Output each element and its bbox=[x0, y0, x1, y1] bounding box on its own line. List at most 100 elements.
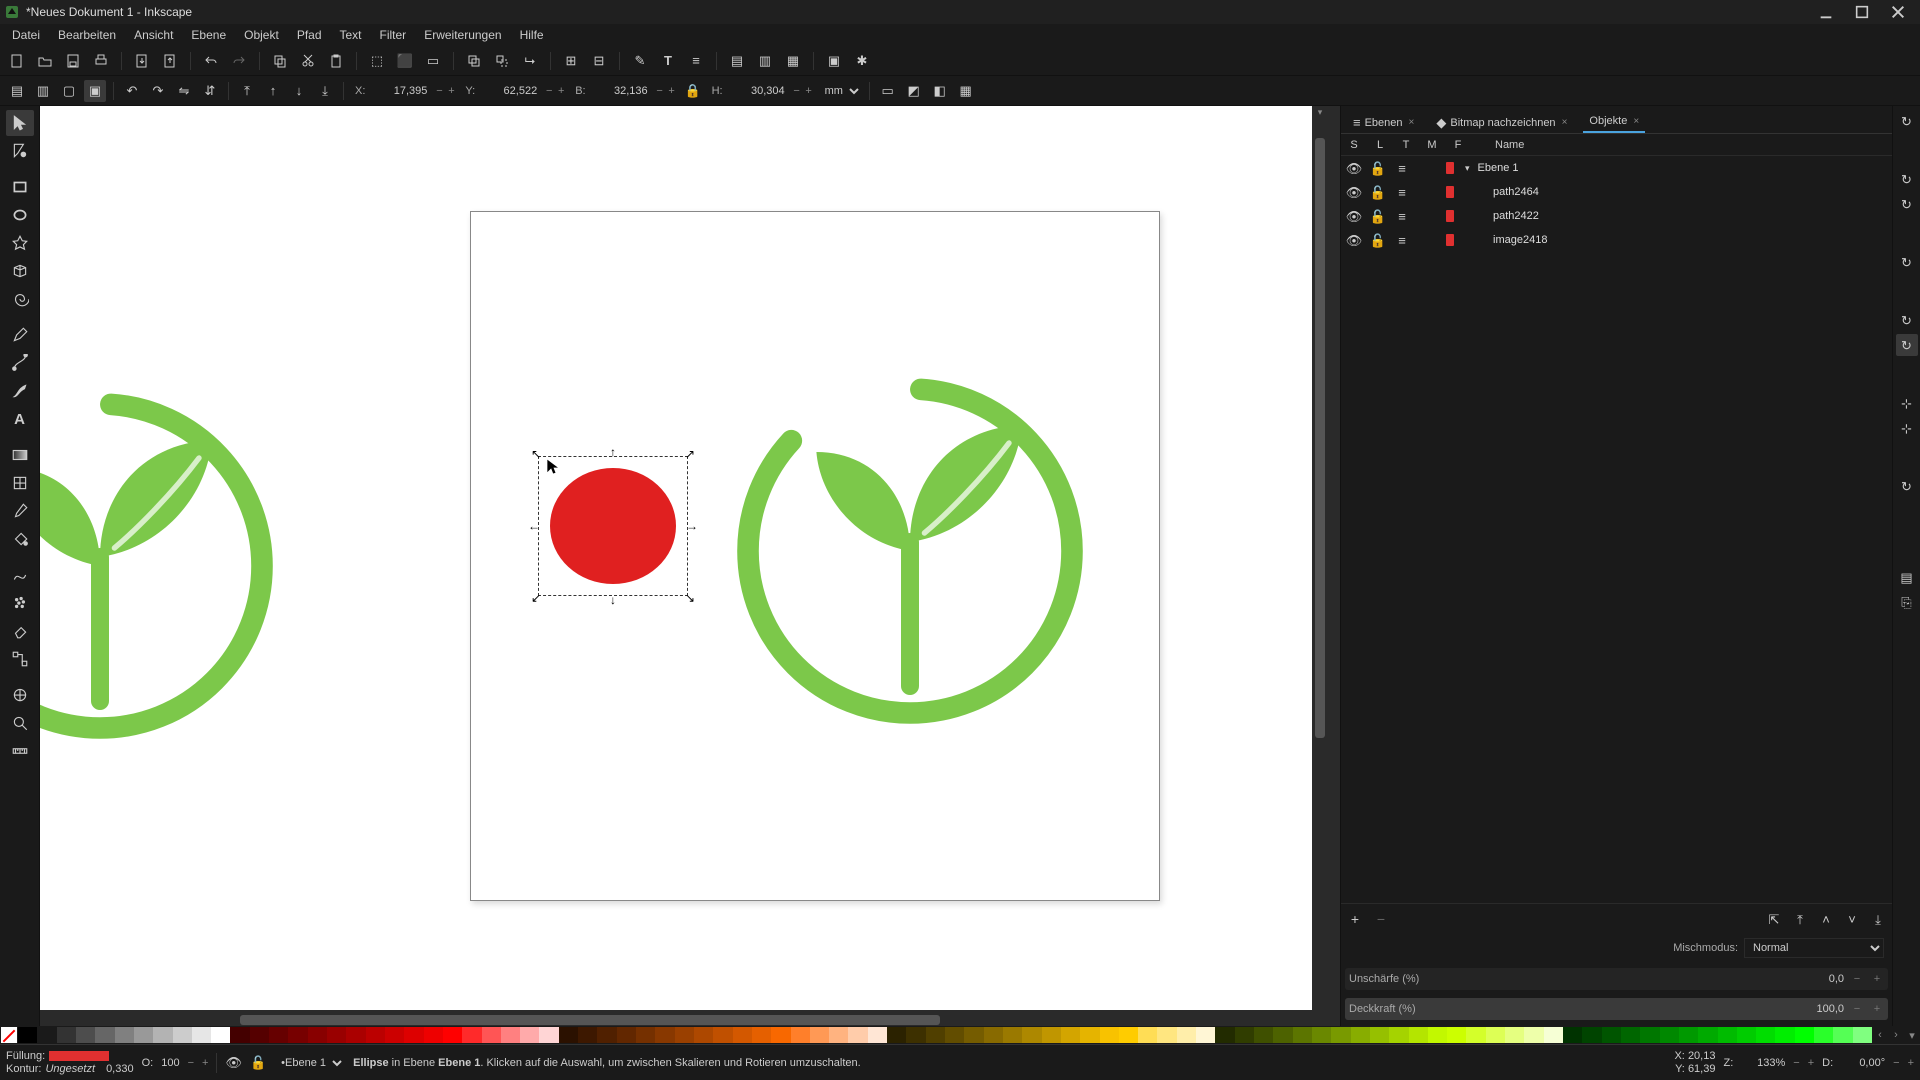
menu-filter[interactable]: Filter bbox=[372, 25, 415, 45]
h-inc[interactable]: + bbox=[803, 82, 815, 100]
color-swatch[interactable] bbox=[1235, 1027, 1254, 1043]
color-swatch[interactable] bbox=[1428, 1027, 1447, 1043]
move-top-button[interactable]: ⤒ bbox=[1790, 909, 1810, 929]
opacity-o-dec[interactable]: − bbox=[188, 1057, 194, 1069]
color-swatch[interactable] bbox=[906, 1027, 925, 1043]
dock-open-5[interactable]: ↻ bbox=[1896, 309, 1918, 331]
lock-icon[interactable]: 🔓 bbox=[1369, 162, 1387, 175]
color-chip[interactable] bbox=[1446, 162, 1454, 174]
color-swatch[interactable] bbox=[115, 1027, 134, 1043]
color-chip[interactable] bbox=[1446, 186, 1454, 198]
move-gradient-button[interactable]: ◧ bbox=[929, 80, 951, 102]
document-prop-button[interactable]: ▣ bbox=[823, 50, 845, 72]
color-swatch[interactable] bbox=[134, 1027, 153, 1043]
color-swatch[interactable] bbox=[791, 1027, 810, 1043]
x-inc[interactable]: + bbox=[445, 82, 457, 100]
preferences-button[interactable]: ✱ bbox=[851, 50, 873, 72]
close-button[interactable] bbox=[1880, 0, 1916, 24]
w-input[interactable] bbox=[590, 83, 650, 99]
color-swatch[interactable] bbox=[597, 1027, 616, 1043]
color-swatch[interactable] bbox=[1833, 1027, 1852, 1043]
color-swatch[interactable] bbox=[1003, 1027, 1022, 1043]
y-input[interactable] bbox=[479, 83, 539, 99]
flip-v-button[interactable]: ⇵ bbox=[199, 80, 221, 102]
color-swatch[interactable] bbox=[520, 1027, 539, 1043]
color-swatch[interactable] bbox=[153, 1027, 172, 1043]
visibility-icon[interactable]: 👁 bbox=[1345, 234, 1363, 247]
color-swatch[interactable] bbox=[1409, 1027, 1428, 1043]
paintbucket-tool[interactable] bbox=[6, 526, 34, 552]
h-input[interactable] bbox=[727, 83, 787, 99]
x-dec[interactable]: − bbox=[433, 82, 445, 100]
transform-button[interactable]: ▦ bbox=[782, 50, 804, 72]
collapse-all-button[interactable]: ⇱ bbox=[1764, 909, 1784, 929]
visibility-icon[interactable]: 👁 bbox=[1345, 162, 1363, 175]
color-swatch[interactable] bbox=[617, 1027, 636, 1043]
color-swatch[interactable] bbox=[1080, 1027, 1099, 1043]
gradient-tool[interactable] bbox=[6, 442, 34, 468]
rotate-ccw-button[interactable]: ↶ bbox=[121, 80, 143, 102]
open-button[interactable] bbox=[34, 50, 56, 72]
rot-dec[interactable]: − bbox=[1893, 1057, 1899, 1069]
calligraphy-tool[interactable] bbox=[6, 378, 34, 404]
unit-select[interactable]: mm bbox=[819, 83, 862, 99]
color-swatch[interactable] bbox=[559, 1027, 578, 1043]
color-swatch[interactable] bbox=[1138, 1027, 1157, 1043]
zoom-page-button[interactable]: ▭ bbox=[422, 50, 444, 72]
menu-datei[interactable]: Datei bbox=[4, 25, 48, 45]
menu-hilfe[interactable]: Hilfe bbox=[512, 25, 552, 45]
color-swatch[interactable] bbox=[1524, 1027, 1543, 1043]
minimize-button[interactable] bbox=[1808, 0, 1844, 24]
clone-button[interactable] bbox=[491, 50, 513, 72]
color-swatch[interactable] bbox=[346, 1027, 365, 1043]
lock-icon[interactable]: 🔓 bbox=[1369, 186, 1387, 199]
color-swatch[interactable] bbox=[636, 1027, 655, 1043]
color-swatch[interactable] bbox=[1273, 1027, 1292, 1043]
color-swatch[interactable] bbox=[1775, 1027, 1794, 1043]
spiral-tool[interactable] bbox=[6, 286, 34, 312]
object-name[interactable]: path2422 bbox=[1493, 210, 1539, 222]
lower-button[interactable]: ↓ bbox=[288, 80, 310, 102]
color-swatch[interactable] bbox=[18, 1027, 37, 1043]
layer-row[interactable]: 👁 🔓 ≡ ▾ Ebene 1 bbox=[1341, 156, 1892, 180]
color-swatch[interactable] bbox=[1293, 1027, 1312, 1043]
selector-tool[interactable] bbox=[6, 110, 34, 136]
color-swatch[interactable] bbox=[1660, 1027, 1679, 1043]
color-swatch[interactable] bbox=[848, 1027, 867, 1043]
color-swatch[interactable] bbox=[752, 1027, 771, 1043]
measure-tool[interactable] bbox=[6, 738, 34, 764]
color-swatch[interactable] bbox=[1370, 1027, 1389, 1043]
zoom-input[interactable] bbox=[1741, 1057, 1785, 1069]
color-swatch[interactable] bbox=[1177, 1027, 1196, 1043]
ungroup-button[interactable]: ⊟ bbox=[588, 50, 610, 72]
color-swatch[interactable] bbox=[984, 1027, 1003, 1043]
color-swatch[interactable] bbox=[385, 1027, 404, 1043]
lower-bottom-button[interactable]: ⤓ bbox=[314, 80, 336, 102]
color-swatch[interactable] bbox=[1505, 1027, 1524, 1043]
fill-swatch[interactable] bbox=[49, 1051, 109, 1061]
zoom-drawing-button[interactable]: ⬛ bbox=[394, 50, 416, 72]
color-chip[interactable] bbox=[1446, 210, 1454, 222]
dock-open-2[interactable]: ↻ bbox=[1896, 168, 1918, 190]
color-swatch[interactable] bbox=[771, 1027, 790, 1043]
color-swatch[interactable] bbox=[1718, 1027, 1737, 1043]
color-swatch[interactable] bbox=[1119, 1027, 1138, 1043]
expand-icon[interactable]: ▾ bbox=[1465, 163, 1470, 174]
color-swatch[interactable] bbox=[868, 1027, 887, 1043]
tab-ebenen-close[interactable]: × bbox=[1409, 117, 1415, 128]
blend-select[interactable]: Normal bbox=[1744, 938, 1884, 958]
color-swatch[interactable] bbox=[173, 1027, 192, 1043]
visibility-icon[interactable]: 👁 bbox=[1345, 210, 1363, 223]
w-dec[interactable]: − bbox=[654, 82, 666, 100]
lock-icon[interactable]: 🔓 bbox=[1369, 210, 1387, 223]
color-swatch[interactable] bbox=[37, 1027, 56, 1043]
menu-ansicht[interactable]: Ansicht bbox=[126, 25, 181, 45]
toggle-select-button[interactable]: ▣ bbox=[84, 80, 106, 102]
color-swatch[interactable] bbox=[1331, 1027, 1350, 1043]
scale-corners-button[interactable]: ◩ bbox=[903, 80, 925, 102]
color-swatch[interactable] bbox=[945, 1027, 964, 1043]
color-swatch[interactable] bbox=[288, 1027, 307, 1043]
color-swatch[interactable] bbox=[1640, 1027, 1659, 1043]
zoom-tool[interactable] bbox=[6, 710, 34, 736]
color-swatch[interactable] bbox=[95, 1027, 114, 1043]
